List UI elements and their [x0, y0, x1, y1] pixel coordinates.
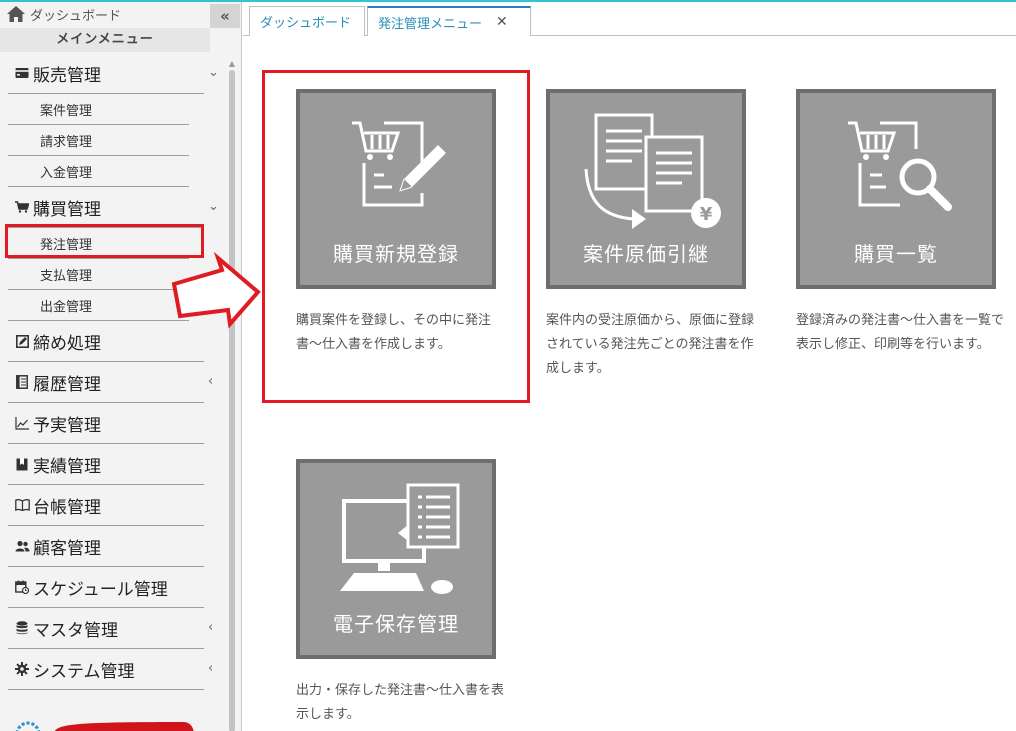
- sidebar-item-ledger[interactable]: 台帳管理: [8, 485, 204, 526]
- tab-order-menu-label: 発注管理メニュー: [378, 16, 483, 32]
- arrow-right-annotation-icon: [171, 252, 261, 329]
- sidebar-item-label: 予実管理: [33, 415, 101, 436]
- sidebar-item-label: スケジュール管理: [33, 579, 168, 600]
- svg-text:¥: ¥: [700, 204, 713, 225]
- scroll-up-arrow-icon[interactable]: ▲: [228, 60, 236, 68]
- sidebar-item-label: 締め処理: [33, 333, 101, 354]
- sidebar-dashboard-label: ダッシュボード: [30, 8, 122, 24]
- sidebar-item-label: 実績管理: [33, 456, 101, 477]
- open-book-icon: [14, 497, 30, 513]
- sidebar-subitem-project[interactable]: 案件管理: [8, 94, 189, 125]
- sidebar: ダッシュボード « メインメニュー 販売管理 ⌄ 案件管理 請求管理 入金管理 …: [0, 2, 242, 731]
- tile-label: 購買一覧: [854, 242, 938, 266]
- company-logo-icon: [15, 721, 194, 731]
- sidebar-item-master[interactable]: マスタ管理 ‹: [8, 608, 213, 649]
- tab-bar: ダッシュボード 発注管理メニュー ✕: [243, 2, 1016, 36]
- sidebar-subitem-payment-received[interactable]: 入金管理: [8, 156, 189, 187]
- highlight-box-purchase-new: [262, 70, 530, 403]
- tab-dashboard-label: ダッシュボード: [260, 16, 352, 31]
- sidebar-item-label: システム管理: [33, 661, 135, 682]
- edit-square-icon: [14, 333, 30, 349]
- sidebar-item-customers[interactable]: 顧客管理: [8, 526, 204, 567]
- calendar-clock-icon: [14, 579, 30, 595]
- line-chart-icon: [14, 415, 30, 431]
- tab-dashboard[interactable]: ダッシュボード: [249, 6, 365, 36]
- sales-submenu: 案件管理 請求管理 入金管理: [0, 94, 228, 187]
- credit-card-icon: [14, 65, 30, 81]
- close-icon[interactable]: ✕: [496, 14, 508, 30]
- sidebar-item-label: 購買管理: [33, 199, 101, 220]
- tile-e-storage[interactable]: 電子保存管理: [296, 459, 496, 659]
- sidebar-item-label: マスタ管理: [33, 620, 118, 641]
- sidebar-item-label: 販売管理: [33, 65, 101, 86]
- sidebar-subitem-billing[interactable]: 請求管理: [8, 125, 189, 156]
- sidebar-scrollbar-thumb[interactable]: [229, 70, 235, 731]
- sidebar-collapse-button[interactable]: «: [210, 4, 240, 28]
- sidebar-item-label: 顧客管理: [33, 538, 101, 559]
- tile-label: 案件原価引継: [583, 242, 709, 266]
- sidebar-dashboard-link[interactable]: ダッシュボード: [0, 2, 210, 26]
- tile-label: 電子保存管理: [333, 612, 459, 636]
- main-menu-title: メインメニュー: [0, 28, 210, 52]
- sidebar-item-purchase[interactable]: 購買管理 ⌄: [8, 187, 219, 228]
- chevron-left-icon[interactable]: ‹: [208, 374, 213, 389]
- sidebar-item-system[interactable]: システム管理 ‹: [8, 649, 213, 690]
- sidebar-item-history[interactable]: 履歴管理 ‹: [8, 362, 213, 403]
- sidebar-item-label: 履歴管理: [33, 374, 101, 395]
- sidebar-item-label: 台帳管理: [33, 497, 101, 518]
- sidebar-menu: 販売管理 ⌄ 案件管理 請求管理 入金管理 購買管理 ⌄ 発注管理 支払管理 出…: [0, 53, 228, 690]
- sidebar-item-sales[interactable]: 販売管理 ⌄: [8, 53, 219, 94]
- database-icon: [14, 620, 30, 636]
- cart-icon: [14, 199, 30, 215]
- tile-description: 案件内の受注原価から、原価に登録されている発注先ごとの発注書を作成します。: [546, 313, 755, 376]
- gear-icon: [14, 661, 30, 677]
- sidebar-subitem-disbursement[interactable]: 出金管理: [8, 290, 189, 321]
- users-icon: [14, 538, 30, 554]
- chevron-left-icon[interactable]: ‹: [208, 661, 213, 676]
- chevron-down-icon[interactable]: ⌄: [208, 65, 219, 80]
- bookmark-icon: [14, 456, 30, 472]
- chevron-down-icon[interactable]: ⌄: [208, 199, 219, 214]
- sidebar-scrollbar[interactable]: ▲: [228, 60, 236, 731]
- chevron-left-icon[interactable]: ‹: [208, 620, 213, 635]
- tile-purchase-list[interactable]: 購買一覧: [796, 89, 996, 289]
- home-icon: [7, 6, 25, 22]
- tile-cost-transfer[interactable]: ¥ 案件原価引継: [546, 89, 746, 289]
- sidebar-item-results[interactable]: 実績管理: [8, 444, 204, 485]
- tile-description: 登録済みの発注書〜仕入書を一覧で表示し修正、印刷等を行います。: [796, 313, 1005, 352]
- tile-description: 出力・保存した発注書〜仕入書を表示します。: [296, 683, 505, 722]
- tab-order-menu[interactable]: 発注管理メニュー ✕: [367, 6, 531, 36]
- book-icon: [14, 374, 30, 390]
- sidebar-subitem-payment[interactable]: 支払管理: [8, 259, 189, 290]
- sidebar-item-budget[interactable]: 予実管理: [8, 403, 204, 444]
- sidebar-item-schedule[interactable]: スケジュール管理: [8, 567, 204, 608]
